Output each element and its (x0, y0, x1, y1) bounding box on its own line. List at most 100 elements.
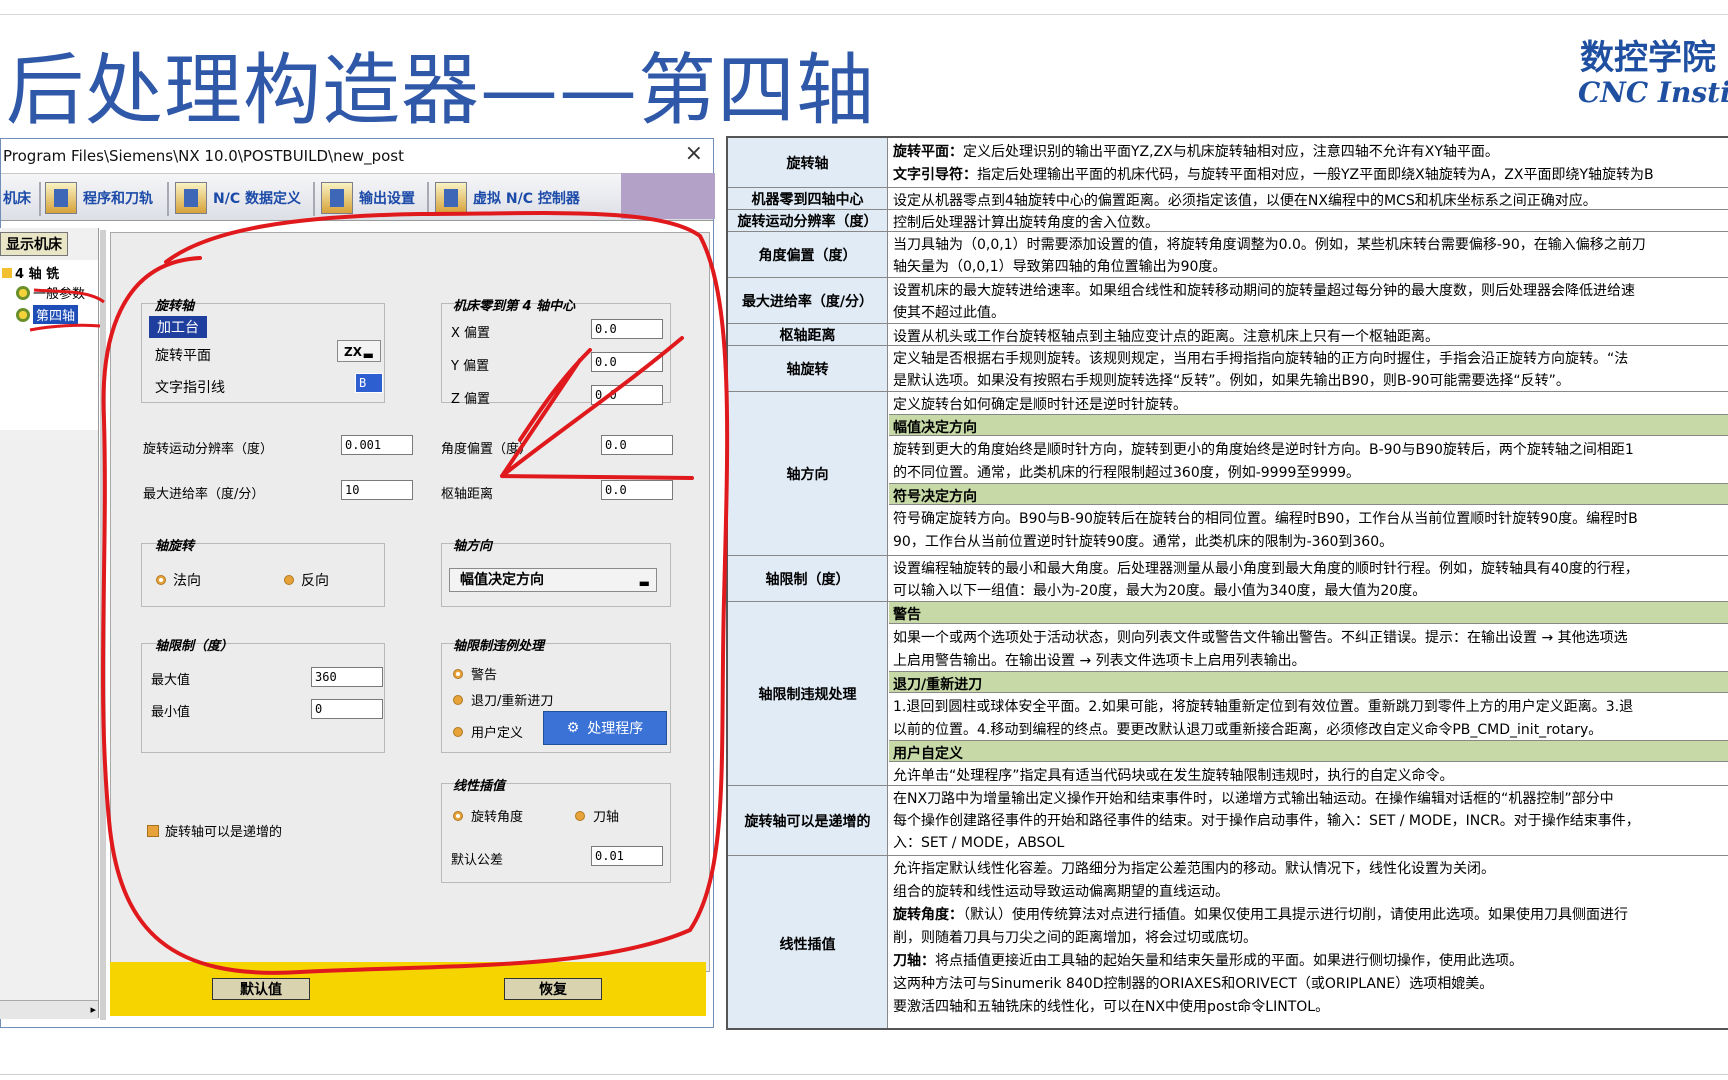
table-row: 旋转轴可以是递增的 在NX刀路中为增量输出定义操作开始和结束事件时，以递增方式输… (728, 786, 1728, 856)
row-line: 当刀具轴为（0,0,1）时需要添加设置的值，将旋转角度调整为0.0。例如，某些机… (893, 237, 1646, 253)
leader-input[interactable]: B (355, 373, 383, 393)
row-line: 旋转角度：（默认）使用传统算法对点进行插值。如果仅使用工具提示进行切削，请使用此… (893, 904, 1628, 924)
max-limit-input[interactable]: 360 (311, 667, 383, 687)
tree-node-fourth-axis[interactable]: 第四轴 (16, 305, 79, 324)
tree-node-4axis[interactable]: 4 轴 铣 (2, 263, 59, 282)
y-offset-label: Y 偏置 (451, 359, 490, 374)
subheading-band: 符号决定方向 (889, 483, 1728, 505)
row-body: 定义旋转台如何确定是顺时针还是逆时针旋转。 幅值决定方向 旋转到更大的角度始终是… (889, 392, 1728, 555)
incremental-checkbox[interactable] (147, 825, 159, 837)
nc-data-icon (175, 182, 207, 214)
row-head-rotary-axis: 旋转轴 (728, 138, 888, 187)
table-row: 机器零到四轴中心 设定从机器零点到4轴旋转中心的偏置距离。必须指定该值，以便在N… (728, 188, 1728, 210)
group-title-axis-limits: 轴限制（度） (155, 639, 234, 654)
logo-en-text: CNC Institute (1578, 76, 1728, 109)
table-row: 角度偏置（度） 当刀具轴为（0,0,1）时需要添加设置的值，将旋转角度调整为0.… (728, 232, 1728, 278)
subheading: 幅值决定方向 (893, 420, 977, 436)
term: 刀轴： (893, 953, 935, 969)
rotary-plane-select[interactable]: ZX ▬ (337, 340, 381, 362)
row-body: 设置从机头或工作台旋转枢轴点到主轴应变计点的距离。注意机床上只有一个枢轴距离。 (889, 324, 1728, 345)
min-limit-label: 最小值 (151, 705, 191, 720)
table-row: 线性插值 允许指定默认线性化容差。刀路细分为指定公差范围内的移动。默认情况下，线… (728, 856, 1728, 1028)
pivot-input[interactable]: 0.0 (601, 480, 673, 500)
row-line: 是默认选项。如果没有按照右手规则旋转选择“反转”。例如，如果先输出B90，则B-… (893, 373, 1570, 389)
tab-virtual-controller[interactable]: 虚拟 N/C 控制器 (435, 180, 580, 216)
row-line: 以前的位置。4.移动到编程的终点。要更改默认退刀或重新接合距离，必须修改自定义命… (893, 722, 1603, 738)
y-offset-input[interactable]: 0.0 (591, 352, 663, 372)
tree-scrollbar[interactable]: ▸ (0, 1000, 98, 1019)
row-line: 符号确定旋转方向。B90与B-90旋转后在旋转台的相同位置。编程时B90，工作台… (893, 511, 1638, 527)
tab-nc-data[interactable]: N/C 数据定义 (175, 180, 301, 216)
close-icon[interactable]: × (685, 141, 703, 166)
show-machine-button[interactable]: 显示机床 (0, 232, 68, 256)
radio-tool-axis[interactable] (575, 811, 585, 821)
row-line: 设定从机器零点到4轴旋转中心的偏置距离。必须指定该值，以便在NX编程中的MCS和… (893, 193, 1597, 209)
max-feed-label: 最大进给率（度/分） (143, 487, 265, 502)
z-offset-input[interactable]: 0.0 (591, 385, 663, 405)
pane-splitter[interactable] (100, 230, 106, 1020)
radio-warning[interactable] (453, 669, 463, 679)
row-body: 在NX刀路中为增量输出定义操作开始和结束事件时，以递增方式输出轴运动。在操作编辑… (889, 786, 1728, 855)
radio-reverse[interactable] (284, 575, 294, 585)
parameter-table: 旋转轴 旋转平面：定义后处理识别的输出平面YZ,ZX与机床旋转轴相对应，注意四轴… (726, 136, 1728, 1030)
row-line: 90，工作台从当前位置逆时针旋转90度。通常，此类机床的限制为-360到360。 (893, 534, 1394, 550)
row-body: 警告 如果一个或两个选项处于活动状态，则向列表文件或警告文件输出警告。不纠正错误… (889, 602, 1728, 785)
resolution-input[interactable]: 0.001 (341, 435, 413, 455)
handler-button[interactable]: ⚙ 处理程序 (543, 711, 667, 745)
row-line: 定义旋转台如何确定是顺时针还是逆时针旋转。 (893, 397, 1187, 413)
radio-normal[interactable] (156, 575, 166, 585)
row-line: 如果一个或两个选项处于活动状态，则向列表文件或警告文件输出警告。不纠正错误。提示… (893, 630, 1628, 646)
radio-user-defined[interactable] (453, 727, 463, 737)
text: 指定后处理输出平面的机床代码，与旋转平面相对应，一般YZ平面即绕X轴旋转为A，Z… (977, 167, 1654, 183)
tree-node-general[interactable]: 一般参数 (16, 283, 85, 302)
row-line: 每个操作创建路径事件的开始和路径事件的结束。对于操作启动事件，输入：SET / … (893, 813, 1640, 829)
row-line: 这两种方法可与Sinumerik 840D控制器的ORIAXES和ORIVECT… (893, 976, 1494, 992)
subheading: 退刀/重新进刀 (893, 677, 983, 693)
bottom-divider (0, 1074, 1728, 1075)
axis-direction-select[interactable]: 幅值决定方向 ▬ (449, 568, 657, 592)
dialog-button-bar: 默认值 恢复 (110, 962, 706, 1016)
max-feed-input[interactable]: 10 (341, 480, 413, 500)
row-body: 旋转平面：定义后处理识别的输出平面YZ,ZX与机床旋转轴相对应，注意四轴不允许有… (889, 138, 1728, 187)
row-body: 允许指定默认线性化容差。刀路细分为指定公差范围内的移动。默认情况下，线性化设置为… (889, 856, 1728, 1028)
tab-separator (39, 182, 41, 216)
tab-separator (313, 182, 315, 216)
tab-program-toolpath[interactable]: 程序和刀轨 (45, 180, 153, 216)
row-body: 定义轴是否根据右手规则旋转。该规则规定，当用右手拇指指向旋转轴的正方向时握住，手… (889, 346, 1728, 391)
toolpath-icon (45, 182, 77, 214)
subheading: 警告 (893, 607, 921, 623)
pivot-label: 枢轴距离 (441, 487, 494, 502)
output-icon (321, 182, 353, 214)
row-body: 设定从机器零点到4轴旋转中心的偏置距离。必须指定该值，以便在NX编程中的MCS和… (889, 188, 1728, 209)
radio-rotary-angle[interactable] (453, 811, 463, 821)
row-line: 旋转平面：定义后处理识别的输出平面YZ,ZX与机床旋转轴相对应，注意四轴不允许有… (893, 141, 1499, 161)
tab-machine[interactable]: 机床 (3, 180, 31, 216)
radio-retract[interactable] (453, 695, 463, 705)
group-title-violation: 轴限制违例处理 (453, 639, 545, 654)
window-path: Program Files\Siemens\NX 10.0\POSTBUILD\… (3, 147, 404, 165)
row-line: 设置编程轴旋转的最小和最大角度。后处理器测量从最小角度到最大角度的顺时针行程。例… (893, 561, 1639, 577)
tab-output-settings[interactable]: 输出设置 (321, 180, 415, 216)
restore-button[interactable]: 恢复 (504, 978, 602, 1000)
min-limit-input[interactable]: 0 (311, 699, 383, 719)
angle-offset-input[interactable]: 0.0 (601, 435, 673, 455)
row-head-max-feed: 最大进给率（度/分） (728, 278, 888, 323)
row-head-axis-direction: 轴方向 (728, 392, 888, 555)
table-row: 旋转轴 旋转平面：定义后处理识别的输出平面YZ,ZX与机床旋转轴相对应，注意四轴… (728, 138, 1728, 188)
radio-normal-label: 法向 (173, 573, 201, 589)
x-offset-input[interactable]: 0.0 (591, 319, 663, 339)
radio-user-defined-label: 用户定义 (471, 726, 524, 741)
subheading: 用户自定义 (893, 746, 963, 762)
scroll-right-icon[interactable]: ▸ (90, 1003, 96, 1016)
defaults-button[interactable]: 默认值 (212, 978, 310, 1000)
row-line: 的不同位置。通常，此类机床的行程限制超过360度，例如-9999至9999。 (893, 465, 1361, 481)
row-body: 当刀具轴为（0,0,1）时需要添加设置的值，将旋转角度调整为0.0。例如，某些机… (889, 232, 1728, 277)
resolution-label: 旋转运动分辨率（度） (143, 442, 274, 457)
tolerance-input[interactable]: 0.01 (591, 846, 663, 866)
fourth-axis-panel: 旋转轴 加工台 旋转平面 ZX ▬ 文字指引线 B 机床零到第 4 轴中心 X 偏… (110, 232, 710, 972)
radio-warning-label: 警告 (471, 668, 498, 683)
x-offset-label: X 偏置 (451, 326, 491, 341)
z-offset-label: Z 偏置 (451, 392, 491, 407)
gear-icon (16, 285, 30, 300)
row-head-angle-offset: 角度偏置（度） (728, 232, 888, 277)
